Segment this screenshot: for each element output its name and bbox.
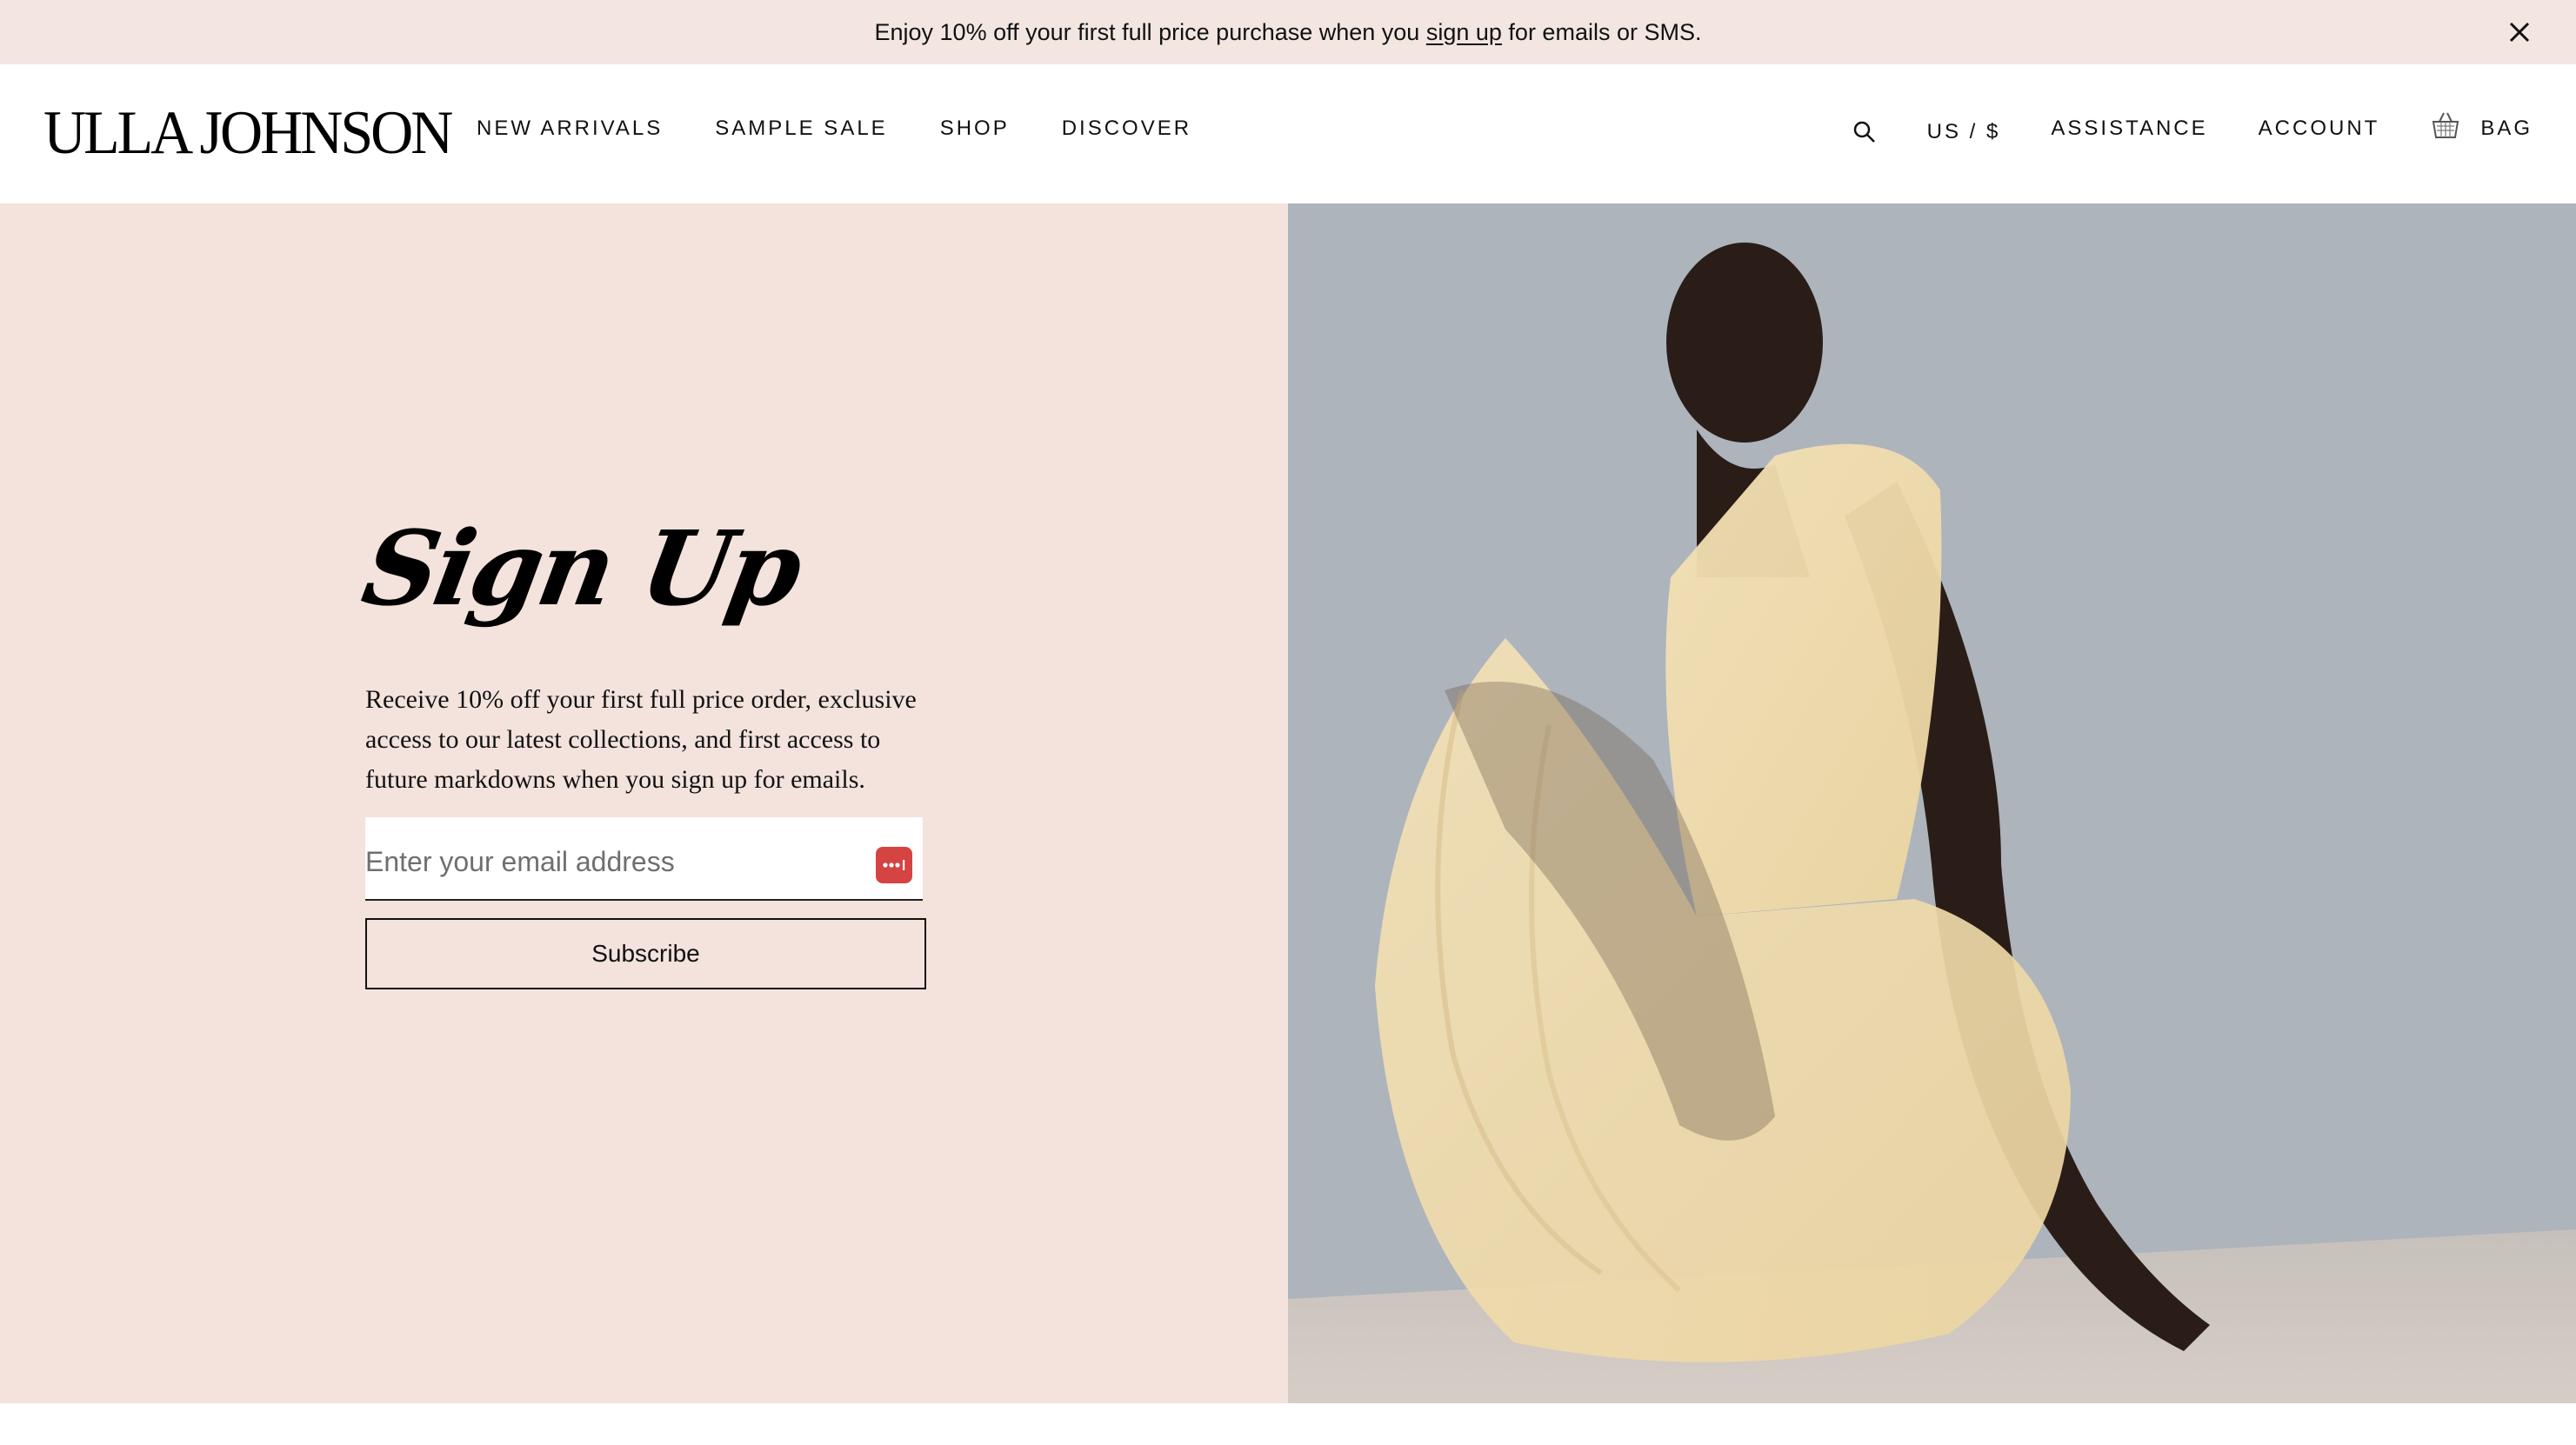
bag-button[interactable]: BAG bbox=[2430, 110, 2533, 147]
promo-text-after: for emails or SMS. bbox=[1501, 18, 1702, 45]
search-icon[interactable] bbox=[1852, 120, 1877, 144]
bag-icon bbox=[2430, 110, 2480, 147]
hero-photo bbox=[1288, 203, 2576, 1403]
promo-signup-link[interactable]: sign up bbox=[1426, 19, 1502, 45]
promo-text: Enjoy 10% off your first full price purc… bbox=[875, 19, 1702, 46]
header-utilities: US / $ ASSISTANCE ACCOUNT BAG bbox=[1852, 110, 2533, 147]
subscribe-button[interactable]: Subscribe bbox=[365, 918, 926, 989]
signup-description: Receive 10% off your first full price or… bbox=[365, 685, 917, 794]
nav-sample-sale[interactable]: SAMPLE SALE bbox=[715, 117, 887, 141]
email-field-wrapper bbox=[365, 817, 923, 901]
promo-text-before: Enjoy 10% off your first full price purc… bbox=[874, 18, 1426, 45]
site-header: ULLA JOHNSON NEW ARRIVALS SAMPLE SALE SH… bbox=[0, 64, 2576, 203]
bag-label: BAG bbox=[2480, 116, 2533, 140]
nav-shop[interactable]: SHOP bbox=[940, 117, 1010, 141]
nav-discover[interactable]: DISCOVER bbox=[1062, 117, 1191, 141]
email-input[interactable] bbox=[365, 817, 923, 899]
nav-new-arrivals[interactable]: NEW ARRIVALS bbox=[477, 117, 663, 141]
region-selector[interactable]: US / $ bbox=[1927, 120, 2001, 144]
model-in-lace-dress-image bbox=[1288, 203, 2576, 1403]
close-icon[interactable] bbox=[2505, 17, 2534, 47]
account-link[interactable]: ACCOUNT bbox=[2259, 117, 2380, 141]
brand-logo[interactable]: ULLA JOHNSON bbox=[43, 101, 453, 163]
signup-panel: Sign Up Receive 10% off your first full … bbox=[0, 203, 1288, 1403]
main-nav: NEW ARRIVALS SAMPLE SALE SHOP DISCOVER bbox=[477, 117, 1244, 141]
password-manager-icon[interactable] bbox=[876, 847, 912, 883]
assistance-link[interactable]: ASSISTANCE bbox=[2051, 117, 2207, 141]
promo-banner: Enjoy 10% off your first full price purc… bbox=[0, 0, 2576, 64]
signup-title: Sign Up bbox=[354, 508, 809, 629]
